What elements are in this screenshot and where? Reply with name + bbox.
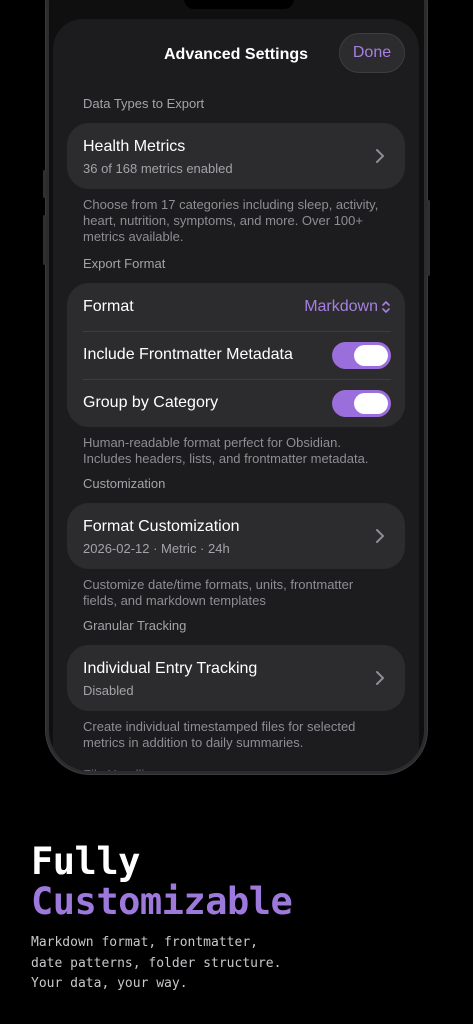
frontmatter-toggle[interactable]: [332, 341, 391, 369]
section-header-file-handling: File Handling: [53, 757, 419, 771]
individual-entry-row[interactable]: Individual Entry Tracking Disabled: [67, 645, 405, 711]
phone-side-button: [43, 215, 46, 265]
format-label: Format: [83, 298, 134, 315]
individual-entry-card: Individual Entry Tracking Disabled: [67, 645, 405, 711]
group-by-category-toggle[interactable]: [332, 389, 391, 417]
individual-entry-subtitle: Disabled: [83, 683, 134, 698]
phone-side-button: [427, 200, 430, 276]
section-header-export-format: Export Format: [83, 256, 166, 271]
phone-screen: Advanced Settings Done Data Types to Exp…: [49, 0, 424, 771]
promo-title: Fully Customizable: [31, 840, 293, 923]
advanced-settings-sheet: Advanced Settings Done Data Types to Exp…: [53, 19, 419, 771]
section-header-data-types: Data Types to Export: [83, 96, 205, 111]
promo-title-line2: Customizable: [31, 880, 293, 923]
format-customization-subtitle: 2026-02-12 · Metric · 24h: [83, 541, 230, 556]
sheet-header: Advanced Settings Done: [53, 19, 419, 93]
phone-side-button: [43, 170, 46, 198]
section-header-granular-tracking: Granular Tracking: [83, 618, 187, 633]
individual-entry-title: Individual Entry Tracking: [83, 660, 258, 677]
format-customization-row[interactable]: Format Customization 2026-02-12 · Metric…: [67, 503, 405, 569]
health-metrics-subtitle: 36 of 168 metrics enabled: [83, 161, 233, 176]
format-row[interactable]: Format Markdown: [67, 283, 405, 331]
format-customization-title: Format Customization: [83, 518, 240, 535]
promo-title-line1: Fully: [31, 840, 140, 883]
export-format-card: Format Markdown Include Frontmatter Meta…: [67, 283, 405, 427]
frontmatter-row: Include Frontmatter Metadata: [67, 331, 405, 379]
health-metrics-title: Health Metrics: [83, 138, 186, 155]
health-metrics-row[interactable]: Health Metrics 36 of 168 metrics enabled: [67, 123, 405, 189]
frontmatter-label: Include Frontmatter Metadata: [83, 346, 293, 363]
section-header-customization: Customization: [83, 476, 166, 491]
dynamic-island: [184, 0, 294, 9]
chevron-up-down-icon: [382, 301, 390, 313]
health-metrics-card: Health Metrics 36 of 168 metrics enabled: [67, 123, 405, 189]
format-value: Markdown: [304, 298, 378, 315]
granular-tracking-footer: Create individual timestamped files for …: [83, 719, 356, 750]
chevron-right-icon: [376, 149, 384, 163]
format-customization-card: Format Customization 2026-02-12 · Metric…: [67, 503, 405, 569]
group-by-category-label: Group by Category: [83, 394, 219, 411]
data-types-footer: Choose from 17 categories including slee…: [83, 197, 379, 244]
promo-description: Markdown format, frontmatter, date patte…: [31, 935, 282, 991]
chevron-right-icon: [376, 529, 384, 543]
done-button[interactable]: Done: [339, 33, 405, 73]
export-format-footer: Human-readable format perfect for Obsidi…: [83, 435, 369, 466]
phone-frame: Advanced Settings Done Data Types to Exp…: [43, 0, 430, 774]
chevron-right-icon: [376, 671, 384, 685]
format-picker[interactable]: Markdown: [304, 298, 391, 316]
customization-footer: Customize date/time formats, units, fron…: [83, 577, 354, 608]
group-by-category-row: Group by Category: [67, 379, 405, 427]
